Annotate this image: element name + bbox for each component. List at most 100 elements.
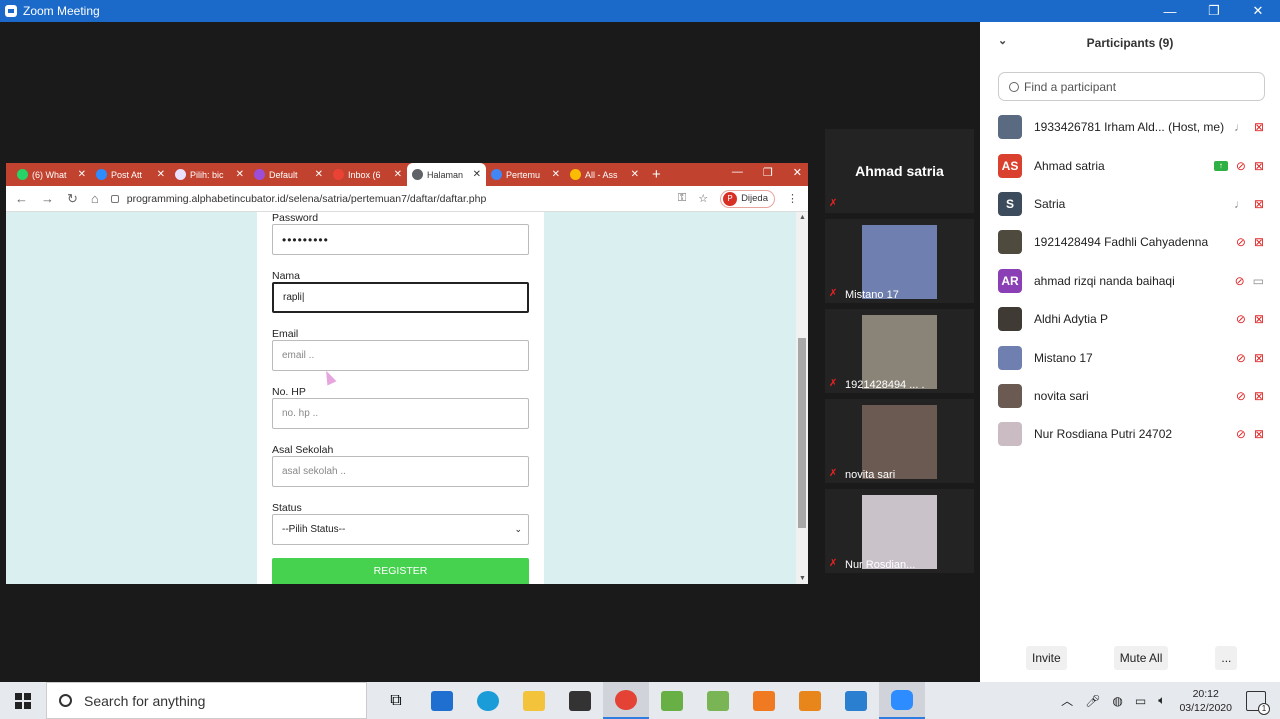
- maximize-button[interactable]: ❐: [1192, 0, 1236, 22]
- mic-muted-icon[interactable]: ⊘: [1236, 389, 1246, 403]
- close-button[interactable]: ✕: [1236, 0, 1280, 22]
- browser-restore-icon[interactable]: ❐: [763, 166, 773, 179]
- browser-tab[interactable]: Inbox (6 ✕: [328, 163, 407, 186]
- edge-app[interactable]: [465, 682, 511, 719]
- back-icon[interactable]: ←: [15, 191, 28, 207]
- participant-row[interactable]: Nur Rosdiana Putri 24702 ⊘ ⊠: [980, 415, 1280, 453]
- register-button[interactable]: REGISTER: [272, 558, 529, 584]
- tab-close-icon[interactable]: ✕: [236, 169, 244, 180]
- mic-muted-icon[interactable]: ⊘: [1236, 235, 1246, 249]
- reload-icon[interactable]: ↻: [67, 191, 78, 207]
- scroll-down-icon[interactable]: ▼: [799, 575, 806, 582]
- volume-icon[interactable]: 🔈︎: [1158, 693, 1165, 708]
- zoom-app[interactable]: [879, 682, 925, 719]
- tab-close-icon[interactable]: ✕: [78, 169, 86, 180]
- video-off-icon[interactable]: ⊠: [1254, 427, 1264, 441]
- browser-minimize-icon[interactable]: —: [732, 166, 743, 179]
- home-icon[interactable]: ⌂: [91, 191, 99, 207]
- tab-close-icon[interactable]: ✕: [473, 169, 481, 180]
- chevron-down-icon[interactable]: ⌄: [998, 34, 1007, 47]
- mail-app[interactable]: [419, 682, 465, 719]
- profile-button[interactable]: P Dijeda: [720, 189, 775, 208]
- status-select[interactable]: --Pilih Status-- ⌄: [272, 514, 529, 545]
- participant-row[interactable]: 1933426781 Irham Ald... (Host, me) ♩ ⊠: [980, 108, 1280, 146]
- microphone-icon[interactable]: 🎤︎: [1085, 694, 1100, 708]
- participant-row[interactable]: 1921428494 Fadhli Cahyadenna ⊘ ⊠: [980, 223, 1280, 261]
- video-tile[interactable]: ✗ Mistano 17: [825, 219, 974, 303]
- participant-row[interactable]: AR ahmad rizqi nanda baihaqi ⊘ ▭: [980, 262, 1280, 300]
- participant-search[interactable]: Find a participant: [998, 72, 1265, 101]
- notification-icon[interactable]: 1: [1246, 690, 1270, 715]
- sekolah-field[interactable]: asal sekolah ..: [272, 456, 529, 487]
- tab-close-icon[interactable]: ✕: [394, 169, 402, 180]
- browser-tab[interactable]: Pertemu ✕: [486, 163, 565, 186]
- browser-tab[interactable]: Default ✕: [249, 163, 328, 186]
- browser-tab[interactable]: Halaman ✕: [407, 163, 486, 186]
- video-off-icon[interactable]: ⊠: [1254, 120, 1264, 134]
- video-off-icon[interactable]: ⊠: [1254, 159, 1264, 173]
- email-field[interactable]: email ..: [272, 340, 529, 371]
- video-off-icon[interactable]: ⊠: [1254, 351, 1264, 365]
- scroll-thumb[interactable]: [798, 338, 806, 528]
- mic-muted-icon[interactable]: ⊘: [1236, 159, 1246, 173]
- participant-row[interactable]: S Satria ♩ ⊠: [980, 185, 1280, 223]
- video-icon[interactable]: ▭: [1253, 274, 1264, 288]
- video-tile[interactable]: ✗ 1921428494 ... .: [825, 309, 974, 393]
- video-off-icon[interactable]: ⊠: [1254, 197, 1264, 211]
- video-tile[interactable]: ✗ novita sari: [825, 399, 974, 483]
- nama-field[interactable]: rapli |: [272, 282, 529, 313]
- browser-tab[interactable]: Pilih: bic ✕: [170, 163, 249, 186]
- minimize-button[interactable]: —: [1148, 0, 1192, 22]
- browser-tab[interactable]: Post Att ✕: [91, 163, 170, 186]
- tab-close-icon[interactable]: ✕: [315, 169, 323, 180]
- android-app[interactable]: [649, 682, 695, 719]
- forward-icon[interactable]: →: [41, 191, 54, 207]
- scroll-up-icon[interactable]: ▲: [799, 214, 806, 221]
- tab-close-icon[interactable]: ✕: [157, 169, 165, 180]
- mic-muted-icon[interactable]: ⊘: [1235, 274, 1245, 288]
- key-icon[interactable]: ⚿: [678, 192, 686, 205]
- video-off-icon[interactable]: ⊠: [1254, 389, 1264, 403]
- mic-muted-icon[interactable]: ⊘: [1236, 427, 1246, 441]
- participant-row[interactable]: novita sari ⊘ ⊠: [980, 377, 1280, 415]
- video-off-icon[interactable]: ⊠: [1254, 235, 1264, 249]
- notepadpp-app[interactable]: [695, 682, 741, 719]
- display-icon[interactable]: ▭: [1135, 694, 1146, 708]
- mic-muted-icon[interactable]: ⊘: [1236, 312, 1246, 326]
- browser-close-icon[interactable]: ✕: [793, 166, 802, 179]
- sublime-app[interactable]: [787, 682, 833, 719]
- hp-field[interactable]: no. hp ..: [272, 398, 529, 429]
- mic-icon[interactable]: ♩: [1234, 197, 1246, 211]
- video-tile[interactable]: ✗ Nur Rosdian...: [825, 489, 974, 573]
- mute-all-button[interactable]: Mute All: [1113, 646, 1169, 670]
- mic-muted-icon[interactable]: ⊘: [1236, 351, 1246, 365]
- participant-row[interactable]: Aldhi Adytia P ⊘ ⊠: [980, 300, 1280, 338]
- invite-button[interactable]: Invite: [1026, 646, 1067, 670]
- tab-close-icon[interactable]: ✕: [631, 169, 639, 180]
- page-scrollbar[interactable]: ▲ ▼: [796, 212, 808, 584]
- task-view-button[interactable]: ⧉: [373, 682, 419, 719]
- tab-close-icon[interactable]: ✕: [552, 169, 560, 180]
- video-off-icon[interactable]: ⊠: [1254, 312, 1264, 326]
- url-field[interactable]: programming.alphabetincubator.id/selena/…: [110, 188, 678, 210]
- active-speaker-tile[interactable]: Ahmad satria ✗: [825, 129, 974, 213]
- menu-icon[interactable]: ⋮: [787, 192, 798, 205]
- password-field[interactable]: •••••••••: [272, 224, 529, 255]
- chrome-app[interactable]: [603, 682, 649, 719]
- browser-tab[interactable]: (6) What ✕: [12, 163, 91, 186]
- mic-icon[interactable]: ♩: [1234, 120, 1246, 134]
- vscode-app[interactable]: [833, 682, 879, 719]
- participant-row[interactable]: AS Ahmad satria ↑ ⊘ ⊠: [980, 146, 1280, 184]
- start-button[interactable]: [0, 692, 46, 709]
- store-app[interactable]: [557, 682, 603, 719]
- more-button[interactable]: ...: [1215, 646, 1238, 670]
- new-tab-button[interactable]: +: [644, 166, 669, 183]
- chevron-up-icon[interactable]: ︿: [1061, 692, 1073, 709]
- network-globe-icon[interactable]: ◍: [1112, 694, 1122, 708]
- participant-row[interactable]: Mistano 17 ⊘ ⊠: [980, 338, 1280, 376]
- explorer-app[interactable]: [511, 682, 557, 719]
- xampp-app[interactable]: [741, 682, 787, 719]
- star-icon[interactable]: ☆: [698, 192, 708, 205]
- taskbar-search[interactable]: Search for anything: [46, 682, 367, 719]
- clock[interactable]: 20:12 03/12/2020: [1179, 687, 1232, 715]
